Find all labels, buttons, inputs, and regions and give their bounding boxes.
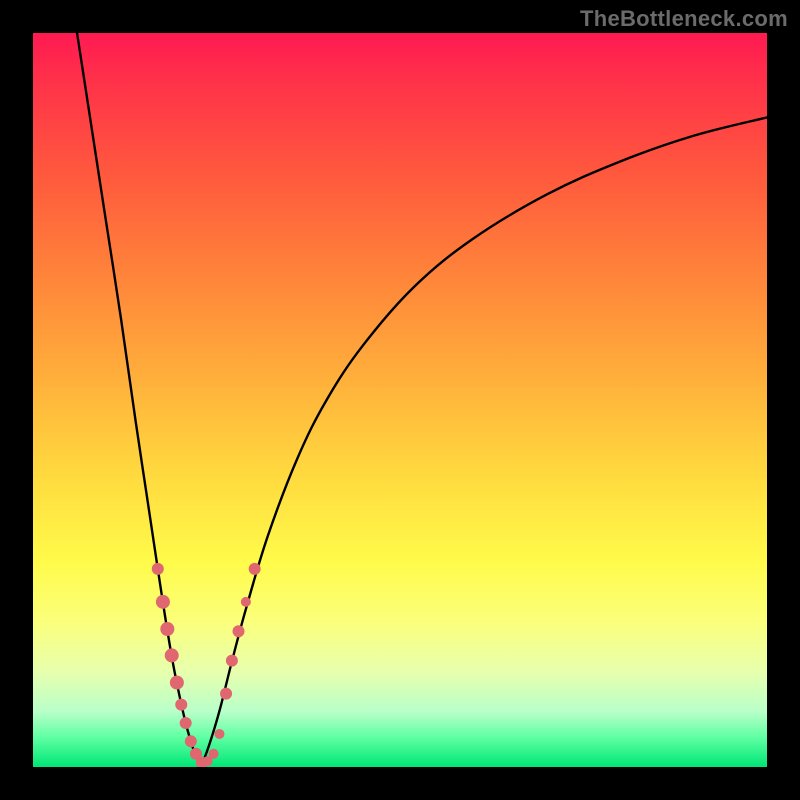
data-marker [185,735,197,747]
data-marker [156,595,170,609]
data-marker [209,749,219,759]
data-marker [226,655,238,667]
data-marker [180,717,192,729]
data-marker [160,622,174,636]
data-marker [152,563,164,575]
plot-area [33,33,767,767]
chart-svg [33,33,767,767]
data-marker [165,648,179,662]
chart-frame: TheBottleneck.com [0,0,800,800]
data-marker [214,729,224,739]
data-marker [170,676,184,690]
data-marker [241,597,251,607]
data-marker [175,699,187,711]
watermark-text: TheBottleneck.com [580,6,788,32]
data-marker [220,688,232,700]
curve-layer [77,33,767,764]
data-marker [233,625,245,637]
data-marker [249,563,261,575]
bottleneck-curve [77,33,767,764]
marker-layer [152,563,261,767]
